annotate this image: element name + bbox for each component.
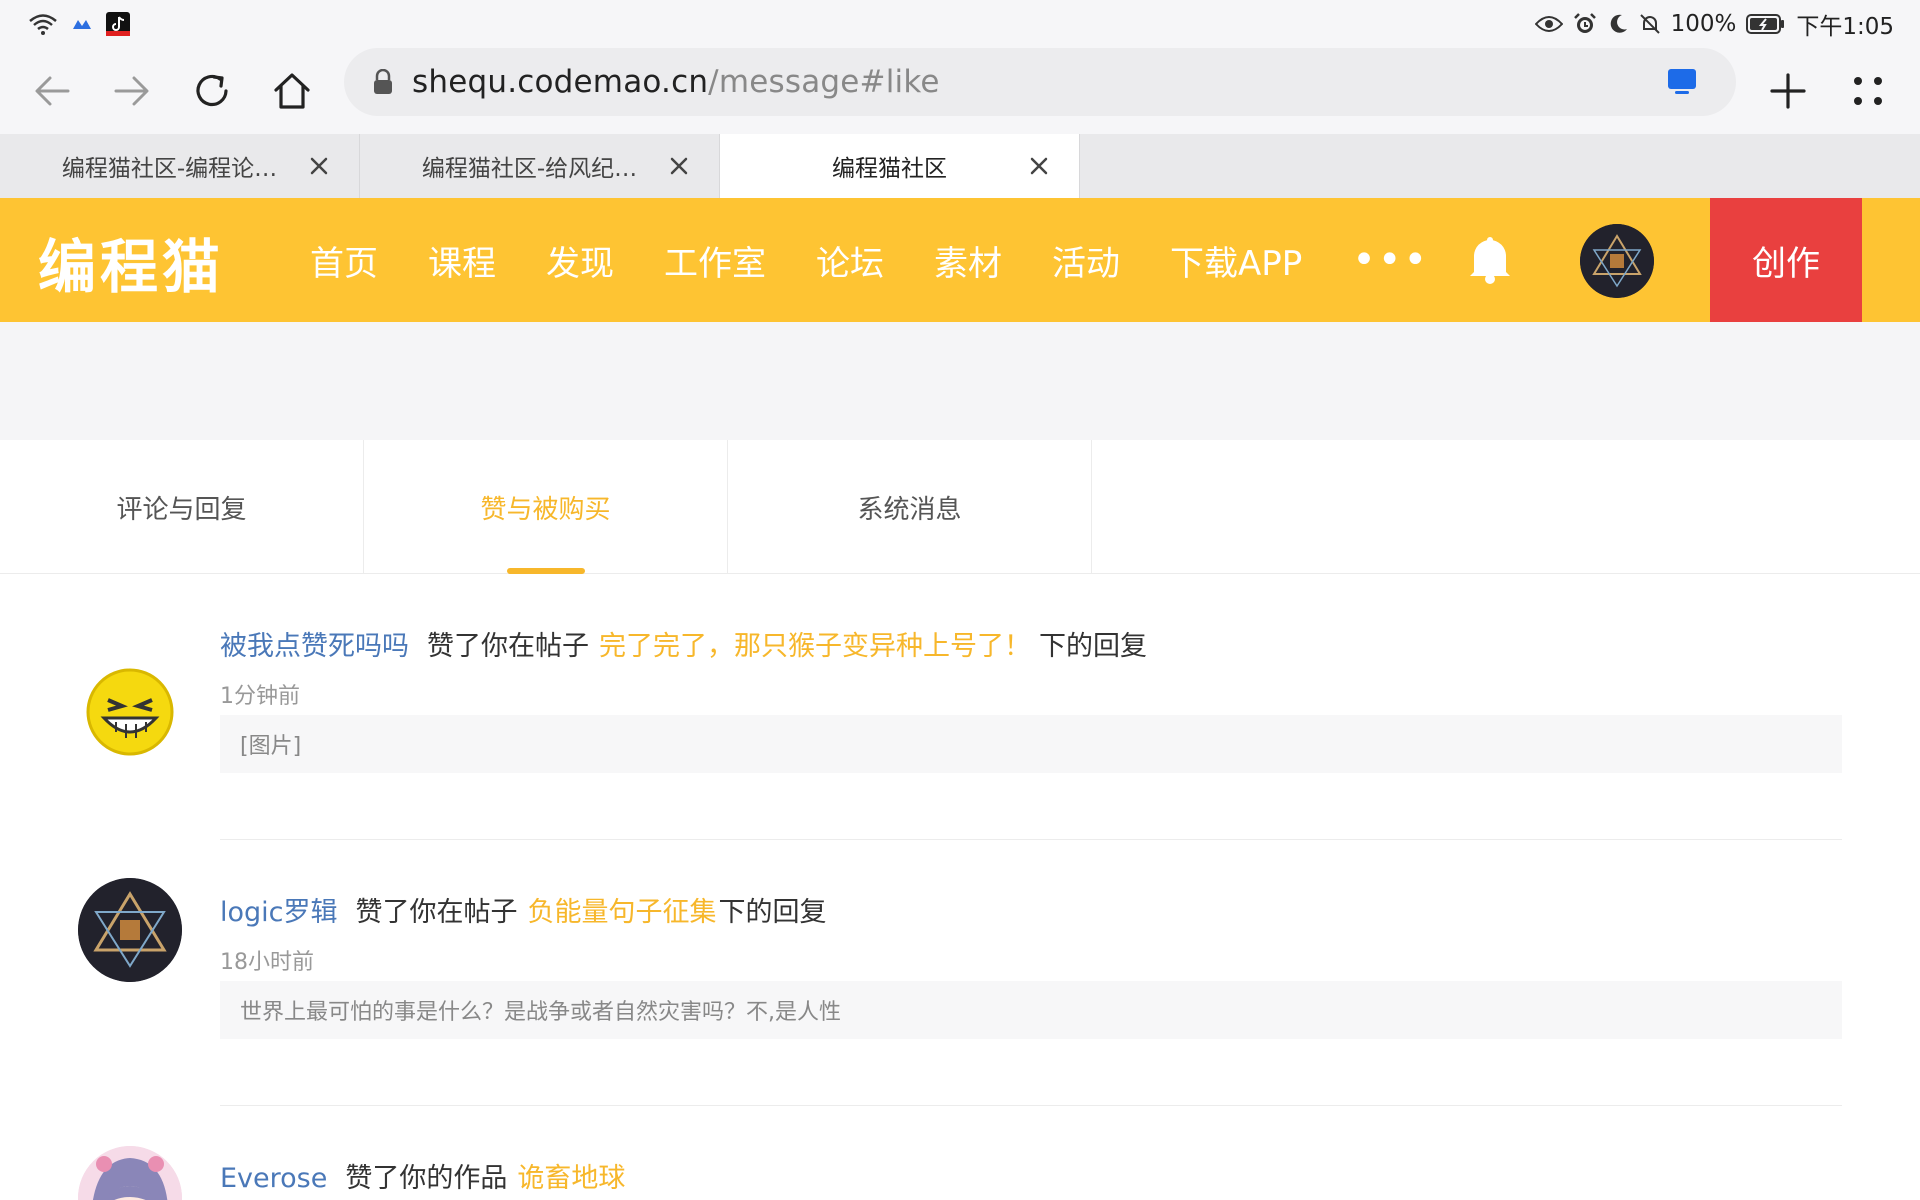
tab-comments-replies[interactable]: 评论与回复 <box>0 440 364 574</box>
message-text: logic罗辑 赞了你在帖子 负能量句子征集下的回复 <box>220 890 827 929</box>
mute-bell-icon <box>1639 13 1661 35</box>
forward-arrow-icon <box>114 76 149 106</box>
user-avatar[interactable] <box>1580 224 1654 298</box>
message-tabs: 评论与回复 赞与被购买 系统消息 <box>0 440 1920 574</box>
nav-studio[interactable]: 工作室 <box>664 236 766 285</box>
tab-close-button[interactable] <box>1019 146 1059 186</box>
avatar-emblem-icon <box>78 878 182 982</box>
tiktok-icon <box>106 12 130 36</box>
message-quote: 世界上最可怕的事是什么？是战争或者自然灾害吗？不,是人性 <box>220 981 1842 1039</box>
message-username[interactable]: logic罗辑 <box>220 897 338 928</box>
nav-download-app[interactable]: 下载APP <box>1170 236 1302 285</box>
nav-discover[interactable]: 发现 <box>546 236 614 285</box>
home-icon <box>274 73 310 109</box>
nav-courses[interactable]: 课程 <box>428 236 496 285</box>
moon-icon <box>1607 13 1629 35</box>
close-icon <box>670 157 688 175</box>
avatar-emblem-icon <box>1580 224 1654 298</box>
message-avatar[interactable] <box>78 1146 182 1200</box>
url-host: shequ.codemao.cn <box>412 64 709 100</box>
tab-title: 编程猫社区 <box>832 156 947 182</box>
message-target-link[interactable]: 完了完了，那只猴子变异种上号了！ <box>599 631 1031 662</box>
url-path: /message#like <box>708 64 940 100</box>
message-text: 被我点赞死吗吗 赞了你在帖子 完了完了，那只猴子变异种上号了！ 下的回复 <box>220 624 1147 663</box>
site-header: 编程猫 首页 课程 发现 工作室 论坛 素材 活动 下载APP ••• 创作 <box>0 198 1920 322</box>
message-quote: [图片] <box>220 715 1842 773</box>
laughing-emoji-icon <box>86 668 174 756</box>
tab-system-messages[interactable]: 系统消息 <box>728 440 1092 574</box>
alarm-icon <box>1573 12 1597 36</box>
tab-close-button[interactable] <box>659 146 699 186</box>
browser-tab-3-active[interactable]: 编程猫社区 <box>720 134 1080 198</box>
cloud-app-icon <box>72 17 92 31</box>
browser-tab-2[interactable]: 编程猫社区-给风纪… <box>360 134 720 198</box>
message-divider <box>220 1105 1842 1106</box>
back-button[interactable] <box>12 51 92 131</box>
message-suffix: 下的回复 <box>718 897 827 928</box>
message-verb: 赞了你的作品 <box>345 1163 508 1194</box>
address-field[interactable]: shequ.codemao.cn/message#like <box>344 48 1736 116</box>
status-right: 100% 下午1:05 <box>1534 7 1894 41</box>
message-avatar[interactable] <box>78 660 182 764</box>
browser-tab-1[interactable]: 编程猫社区-编程论… <box>0 134 360 198</box>
message-verb: 赞了你在帖子 <box>427 631 589 662</box>
message-time: 18小时前 <box>220 950 314 975</box>
status-left <box>28 12 130 36</box>
main-nav: 首页 课程 发现 工作室 论坛 素材 活动 下载APP ••• <box>310 198 1429 322</box>
anime-avatar-icon <box>78 1146 182 1200</box>
grid-dots-icon <box>1854 77 1882 105</box>
create-button[interactable]: 创作 <box>1710 198 1862 322</box>
nav-events[interactable]: 活动 <box>1052 236 1120 285</box>
message-divider <box>220 839 1842 840</box>
message-verb: 赞了你在帖子 <box>355 897 518 928</box>
close-icon <box>310 157 328 175</box>
wifi-icon <box>28 13 58 35</box>
close-icon <box>1030 157 1048 175</box>
battery-percent: 100% <box>1670 11 1737 37</box>
forward-button[interactable] <box>92 51 172 131</box>
message-target-link[interactable]: 诡畜地球 <box>517 1163 625 1194</box>
url-text: shequ.codemao.cn/message#like <box>412 64 940 100</box>
message-panel: 评论与回复 赞与被购买 系统消息 被我点赞死吗吗 赞了你在帖子 完了完了，那只猴子变… <box>0 440 1920 1200</box>
message-username[interactable]: Everose <box>220 1163 327 1194</box>
clock: 下午1:05 <box>1796 14 1894 40</box>
more-menu-button[interactable]: ••• <box>1352 237 1429 283</box>
reload-icon <box>196 74 228 107</box>
nav-materials[interactable]: 素材 <box>934 236 1002 285</box>
message-username[interactable]: 被我点赞死吗吗 <box>220 631 409 662</box>
home-button[interactable] <box>252 51 332 131</box>
message-suffix: 下的回复 <box>1039 631 1147 662</box>
tab-likes-purchases[interactable]: 赞与被购买 <box>364 440 728 574</box>
plus-icon <box>1770 73 1806 109</box>
message-avatar[interactable] <box>78 878 182 982</box>
notification-bell-icon[interactable] <box>1466 234 1514 288</box>
tab-strip: 编程猫社区-编程论… 编程猫社区-给风纪… 编程猫社区 <box>0 134 1920 198</box>
tab-close-button[interactable] <box>299 146 339 186</box>
message-target-link[interactable]: 负能量句子征集 <box>528 897 717 928</box>
cast-screen-icon[interactable] <box>1666 65 1698 101</box>
back-arrow-icon <box>35 76 70 106</box>
tab-title: 编程猫社区-编程论… <box>61 156 278 182</box>
reload-button[interactable] <box>172 51 252 131</box>
screen: 100% 下午1:05 shequ.codemao.cn/message#lik… <box>0 0 1920 1200</box>
battery-icon <box>1746 13 1786 35</box>
tab-title: 编程猫社区-给风纪… <box>421 156 638 182</box>
message-time: 1分钟前 <box>220 684 300 709</box>
status-bar: 100% 下午1:05 <box>0 0 1920 48</box>
nav-home[interactable]: 首页 <box>310 236 378 285</box>
eye-icon <box>1534 14 1563 34</box>
lock-icon <box>372 69 394 95</box>
address-bar[interactable]: shequ.codemao.cn/message#like <box>344 48 1736 116</box>
site-logo[interactable]: 编程猫 <box>38 220 224 304</box>
nav-forum[interactable]: 论坛 <box>816 236 884 285</box>
message-text: Everose 赞了你的作品 诡畜地球 <box>220 1156 625 1195</box>
menu-button[interactable] <box>1828 51 1908 131</box>
new-tab-button[interactable] <box>1748 51 1828 131</box>
